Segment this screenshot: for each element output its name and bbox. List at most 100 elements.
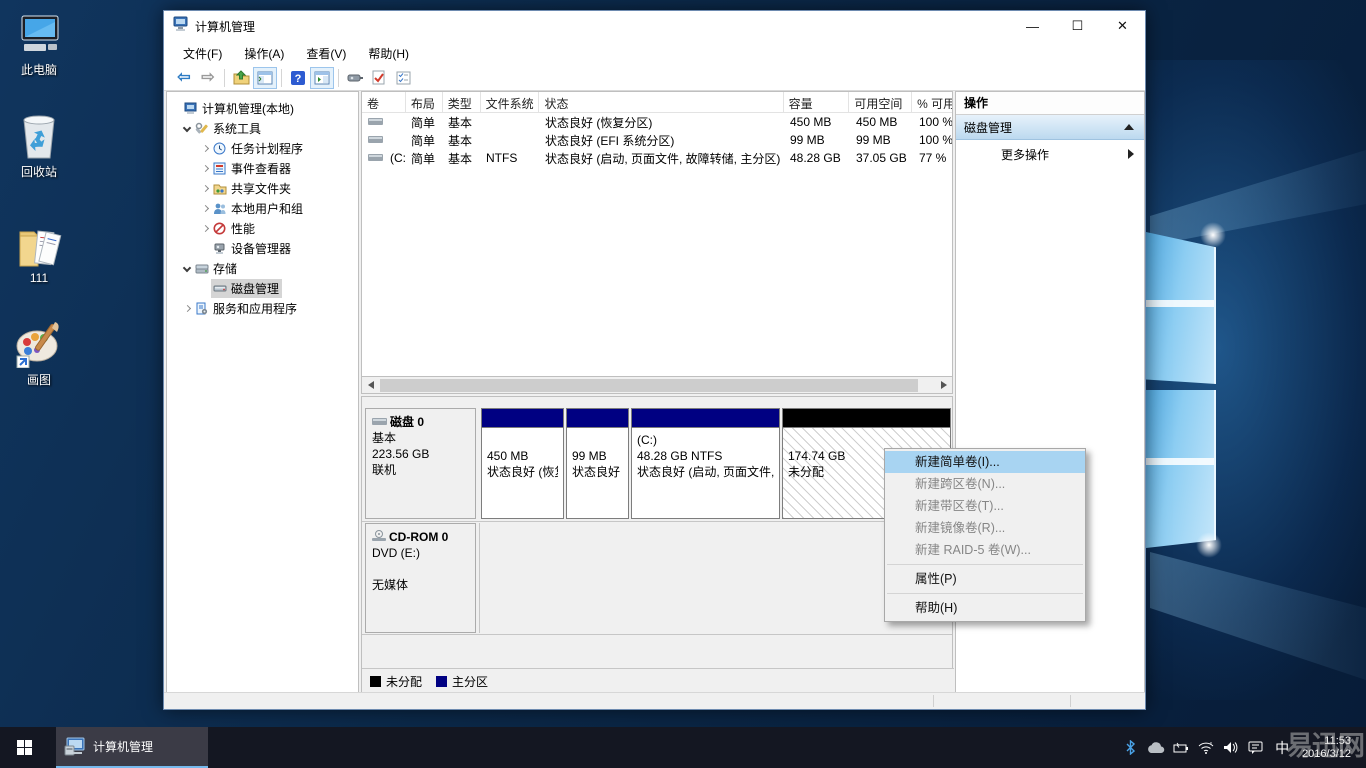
cdrom0-info[interactable]: CD-ROM 0 DVD (E:) 无媒体 — [365, 523, 476, 633]
collapsed-chevron-icon[interactable] — [181, 306, 193, 311]
actions-section-disk-management[interactable]: 磁盘管理 — [956, 115, 1144, 140]
tree-item-shared-folders[interactable]: 共享文件夹 — [167, 178, 358, 198]
wifi-icon[interactable]: * — [1193, 742, 1218, 754]
desktop-icon-label: 111 — [2, 271, 76, 285]
menu-item-properties[interactable]: 属性(P) — [885, 568, 1085, 590]
collapsed-chevron-icon[interactable] — [199, 146, 211, 151]
menu-item-new-spanned-volume: 新建跨区卷(N)... — [885, 473, 1085, 495]
taskbar-app-computer-management[interactable]: 计算机管理 — [56, 727, 208, 768]
scrollbar-thumb[interactable] — [380, 379, 918, 392]
partition-recovery[interactable]: 450 MB 状态良好 (恢复分区) — [481, 408, 564, 519]
expanded-chevron-icon[interactable] — [181, 125, 193, 131]
clock-date: 2016/3/12 — [1302, 748, 1351, 761]
col-status[interactable]: 状态 — [539, 92, 783, 112]
tree-item-event-viewer[interactable]: 事件查看器 — [167, 158, 358, 178]
legend-unallocated-swatch — [370, 676, 381, 687]
disk-graphical-view: 磁盘 0 基本 223.56 GB 联机 450 MB 状态良好 (恢复分区) … — [361, 396, 953, 694]
back-button[interactable]: ⇦ — [172, 67, 196, 89]
partition-c[interactable]: (C:) 48.28 GB NTFS 状态良好 (启动, 页面文件, 故障转储,… — [631, 408, 780, 519]
menu-action[interactable]: 操作(A) — [233, 41, 295, 66]
collapsed-chevron-icon[interactable] — [199, 226, 211, 231]
desktop-icon-label: 回收站 — [2, 163, 76, 180]
col-volume[interactable]: 卷 — [362, 92, 406, 112]
system-tray: * 中 11:53 2016/3/12 — [1118, 727, 1366, 768]
action-pane-icon — [314, 71, 330, 85]
collapse-arrow-icon[interactable] — [1124, 124, 1134, 130]
legend-unallocated-label: 未分配 — [386, 673, 422, 690]
menu-file[interactable]: 文件(F) — [172, 41, 233, 66]
show-console-tree-button[interactable] — [253, 67, 277, 89]
onedrive-cloud-icon[interactable] — [1143, 742, 1168, 754]
desktop-icon-recycle-bin[interactable]: 回收站 — [2, 112, 76, 180]
cdrom-empty-area[interactable] — [479, 523, 952, 633]
tree-item-performance[interactable]: 性能 — [167, 218, 358, 238]
performance-icon — [211, 222, 228, 235]
taskbar-clock[interactable]: 11:53 2016/3/12 — [1296, 735, 1361, 761]
partition-color-strip — [482, 409, 563, 428]
col-filesystem[interactable]: 文件系统 — [481, 92, 540, 112]
volume-row[interactable]: 简单 基本 状态良好 (恢复分区) 450 MB 450 MB 100 % — [362, 113, 952, 131]
forward-button[interactable]: ⇨ — [196, 67, 220, 89]
menu-help[interactable]: 帮助(H) — [357, 41, 420, 66]
disk0-type: 基本 — [372, 430, 469, 446]
menu-item-new-simple-volume[interactable]: 新建简单卷(I)... — [885, 451, 1085, 473]
remote-connect-button[interactable] — [343, 67, 367, 89]
collapsed-chevron-icon[interactable] — [199, 166, 211, 171]
tree-item-computer-management-local[interactable]: 计算机管理(本地) — [167, 98, 358, 118]
desktop-icon-paint[interactable]: 画图 — [2, 320, 76, 388]
horizontal-scrollbar[interactable] — [361, 376, 953, 394]
tree-item-system-tools[interactable]: 系统工具 — [167, 118, 358, 138]
maximize-button[interactable]: ☐ — [1055, 11, 1100, 41]
volume-speaker-icon[interactable] — [1218, 741, 1243, 754]
menu-item-help[interactable]: 帮助(H) — [885, 597, 1085, 619]
wallpaper-stripe — [1146, 458, 1214, 465]
col-free-space[interactable]: 可用空间 — [849, 92, 912, 112]
menu-view[interactable]: 查看(V) — [295, 41, 357, 66]
scroll-left-arrow[interactable] — [362, 377, 379, 393]
power-battery-icon[interactable] — [1168, 742, 1193, 754]
minimize-button[interactable]: — — [1010, 11, 1055, 41]
action-center-icon[interactable] — [1243, 741, 1268, 754]
svg-text:?: ? — [295, 73, 302, 85]
cdrom0-drive: DVD (E:) — [372, 545, 469, 561]
col-pct-free[interactable]: % 可用 — [912, 92, 952, 112]
cdrom-icon — [372, 530, 386, 541]
tree-item-local-users-groups[interactable]: 本地用户和组 — [167, 198, 358, 218]
tree-item-disk-management[interactable]: 磁盘管理 — [167, 278, 358, 298]
col-type[interactable]: 类型 — [443, 92, 481, 112]
volume-row[interactable]: 简单 基本 状态良好 (EFI 系统分区) 99 MB 99 MB 100 % — [362, 131, 952, 149]
tree-item-task-scheduler[interactable]: 任务计划程序 — [167, 138, 358, 158]
help-button[interactable]: ? — [286, 67, 310, 89]
tree-item-services-applications[interactable]: 服务和应用程序 — [167, 298, 358, 318]
collapsed-chevron-icon[interactable] — [199, 206, 211, 211]
checklist-button[interactable] — [391, 67, 415, 89]
task-scheduler-icon — [211, 142, 228, 155]
menu-item-new-raid5-volume: 新建 RAID-5 卷(W)... — [885, 539, 1085, 561]
partition-efi[interactable]: 99 MB 状态良好 — [566, 408, 629, 519]
close-button[interactable]: ✕ — [1100, 11, 1145, 41]
collapsed-chevron-icon[interactable] — [199, 186, 211, 191]
services-icon — [193, 302, 210, 315]
col-capacity[interactable]: 容量 — [784, 92, 850, 112]
check-document-button[interactable] — [367, 67, 391, 89]
checklist-icon — [396, 71, 411, 85]
disk0-info[interactable]: 磁盘 0 基本 223.56 GB 联机 — [365, 408, 476, 519]
disk-icon — [372, 418, 387, 426]
tree-item-storage[interactable]: 存储 — [167, 258, 358, 278]
up-level-button[interactable] — [229, 67, 253, 89]
show-action-pane-button[interactable] — [310, 67, 334, 89]
volume-row[interactable]: (C:) 简单 基本 NTFS 状态良好 (启动, 页面文件, 故障转储, 主分… — [362, 149, 952, 167]
ime-indicator[interactable]: 中 — [1268, 738, 1296, 758]
desktop-icon-folder-111[interactable]: 111 — [2, 220, 76, 285]
col-layout[interactable]: 布局 — [406, 92, 443, 112]
bluetooth-icon[interactable] — [1118, 740, 1143, 755]
desktop-icon-this-pc[interactable]: 此电脑 — [2, 10, 76, 78]
more-actions-item[interactable]: 更多操作 — [956, 140, 1144, 168]
expanded-chevron-icon[interactable] — [181, 265, 193, 271]
menu-item-new-mirrored-volume: 新建镜像卷(R)... — [885, 517, 1085, 539]
wallpaper-stripe — [1146, 300, 1214, 307]
tree-item-device-manager[interactable]: 设备管理器 — [167, 238, 358, 258]
start-button[interactable] — [0, 727, 48, 768]
console-tree: 计算机管理(本地) 系统工具 任务计划程序 事件查看器 共享文件夹 — [166, 91, 359, 694]
scroll-right-arrow[interactable] — [935, 377, 952, 393]
